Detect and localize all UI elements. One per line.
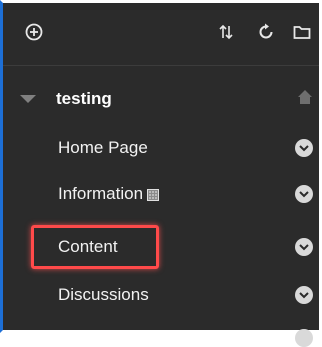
course-title[interactable]: testing	[56, 89, 112, 109]
reorder-icon[interactable]	[215, 21, 237, 43]
chevron-down-icon[interactable]	[295, 238, 313, 256]
add-icon[interactable]	[23, 21, 45, 43]
menu-item-home-page[interactable]: Home Page	[3, 128, 319, 168]
menu-item-information[interactable]: Information	[3, 174, 319, 214]
home-icon[interactable]	[297, 89, 313, 110]
refresh-icon[interactable]	[255, 21, 277, 43]
menu-item-label: Content	[58, 237, 118, 256]
menu-item-text: Information	[58, 184, 144, 203]
menu-item-discussions[interactable]: Discussions	[3, 275, 319, 315]
collapse-caret-icon[interactable]	[20, 95, 36, 103]
menu-item-label: Information	[58, 184, 160, 204]
menu-item-content[interactable]: Content	[3, 227, 319, 267]
course-menu-panel: testing Home Page Information Content Di…	[0, 0, 322, 347]
chevron-down-icon[interactable]	[295, 185, 313, 203]
folder-icon[interactable]	[291, 21, 313, 43]
chevron-down-icon[interactable]	[295, 139, 313, 157]
menu-item-label: Home Page	[58, 138, 148, 157]
course-menu-toolbar	[3, 3, 319, 66]
info-badge-icon	[147, 188, 160, 201]
menu-item-label: Discussions	[58, 285, 149, 304]
chevron-down-icon[interactable]	[295, 286, 313, 304]
chevron-down-icon[interactable]	[295, 329, 313, 347]
